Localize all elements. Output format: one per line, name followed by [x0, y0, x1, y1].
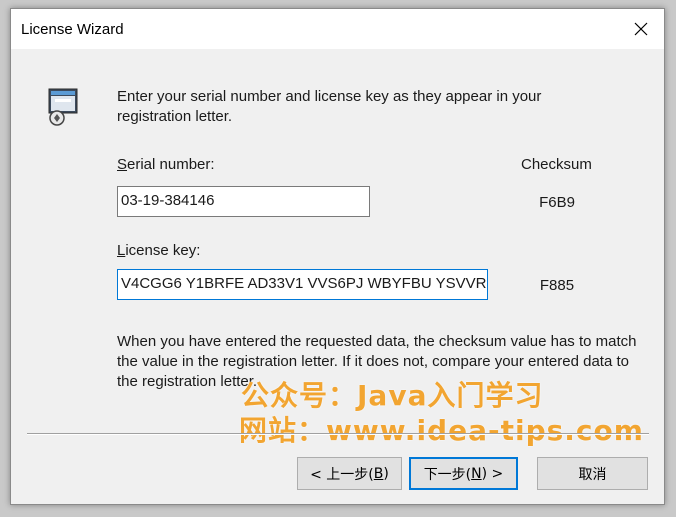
next-button-label: 下一步(	[423, 466, 472, 483]
serial-number-input[interactable]: 03-19-384146	[117, 186, 370, 217]
back-button-suffix: )	[383, 465, 389, 482]
cancel-button[interactable]: 取消	[537, 457, 648, 490]
serial-number-value: 03-19-384146	[121, 192, 215, 209]
back-button-label: < 上一步(	[310, 466, 374, 483]
serial-number-label: Serial number:	[117, 156, 215, 173]
license-key-label: License key:	[117, 242, 200, 259]
next-button-mnemonic: N	[471, 465, 482, 482]
license-label-text: icense key:	[125, 242, 201, 259]
serial-label-mnemonic: S	[117, 156, 128, 173]
license-key-value: V4CGG6 Y1BRFE AD33V1 VVS6PJ WBYFBU YSVVR…	[121, 275, 488, 292]
watermark-line-2: 网站：www.idea-tips.com	[239, 414, 644, 447]
license-wizard-icon	[48, 88, 78, 126]
window-title: License Wizard	[21, 21, 124, 38]
license-wizard-dialog: License Wizard Enter your serial number …	[10, 8, 665, 505]
intro-text: Enter your serial number and license key…	[117, 88, 542, 125]
checksum-header: Checksum	[521, 156, 592, 173]
cancel-button-label: 取消	[578, 466, 607, 483]
serial-checksum: F6B9	[539, 194, 575, 211]
license-checksum: F885	[539, 277, 575, 294]
close-icon	[634, 22, 648, 36]
next-button-suffix: ) >	[481, 465, 504, 482]
divider	[27, 433, 649, 435]
back-button[interactable]: < 上一步(B)	[297, 457, 402, 490]
title-bar: License Wizard	[11, 9, 664, 49]
watermark-line-1: 公众号：Java入门学习	[241, 379, 544, 412]
close-button[interactable]	[618, 9, 664, 49]
license-key-input[interactable]: V4CGG6 Y1BRFE AD33V1 VVS6PJ WBYFBU YSVVR…	[117, 269, 488, 300]
back-button-mnemonic: B	[373, 465, 384, 482]
next-button[interactable]: 下一步(N) >	[409, 457, 518, 490]
serial-label-text: erial number:	[127, 156, 215, 173]
